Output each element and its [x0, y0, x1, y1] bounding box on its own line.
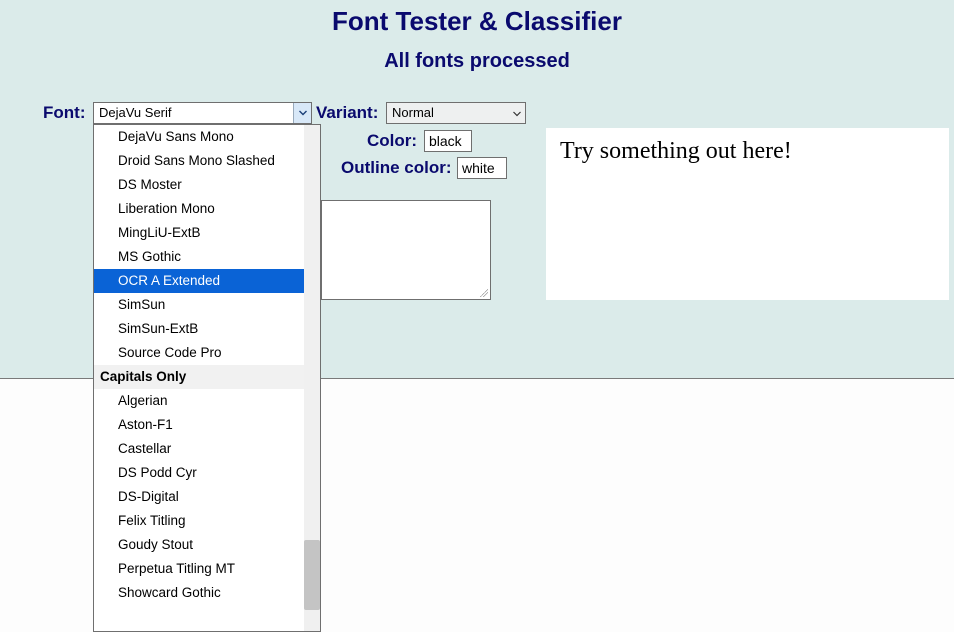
dropdown-option[interactable]: Goudy Stout — [94, 533, 305, 557]
chevron-down-icon — [512, 107, 522, 122]
resize-grip-icon[interactable] — [478, 287, 488, 297]
dropdown-option[interactable]: Droid Sans Mono Slashed — [94, 149, 305, 173]
font-select[interactable]: DejaVu Serif — [93, 102, 312, 124]
dropdown-option[interactable]: DS Moster — [94, 173, 305, 197]
variant-select[interactable]: Normal — [386, 102, 526, 124]
dropdown-option[interactable]: SimSun-ExtB — [94, 317, 305, 341]
font-select-value: DejaVu Serif — [99, 105, 172, 120]
dropdown-option[interactable]: Liberation Mono — [94, 197, 305, 221]
dropdown-option[interactable]: OCR A Extended — [94, 269, 305, 293]
dropdown-option[interactable]: DS Podd Cyr — [94, 461, 305, 485]
dropdown-option[interactable]: DS-Digital — [94, 485, 305, 509]
font-label: Font: — [43, 103, 85, 123]
dropdown-option[interactable]: DejaVu Sans Mono — [94, 125, 305, 149]
outline-color-input[interactable] — [457, 157, 507, 179]
font-dropdown-listbox[interactable]: DejaVu Sans MonoDroid Sans Mono SlashedD… — [93, 124, 321, 632]
dropdown-scrollbar[interactable] — [304, 125, 320, 631]
sample-text-input[interactable] — [321, 200, 491, 300]
dropdown-option[interactable]: Source Code Pro — [94, 341, 305, 365]
dropdown-group-header: Capitals Only — [94, 365, 305, 389]
dropdown-option[interactable]: MS Gothic — [94, 245, 305, 269]
color-input[interactable] — [424, 130, 472, 152]
variant-label: Variant: — [316, 103, 378, 123]
preview-panel: Try something out here! — [546, 128, 949, 300]
font-select-button[interactable] — [293, 103, 311, 123]
variant-select-value: Normal — [392, 105, 434, 120]
outline-color-label: Outline color: — [341, 158, 452, 178]
dropdown-option[interactable]: Aston-F1 — [94, 413, 305, 437]
chevron-down-icon — [298, 108, 308, 118]
page-subtitle: All fonts processed — [0, 50, 954, 73]
dropdown-option[interactable]: SimSun — [94, 293, 305, 317]
color-label: Color: — [367, 131, 417, 151]
dropdown-option[interactable]: Algerian — [94, 389, 305, 413]
dropdown-option[interactable]: Showcard Gothic — [94, 581, 305, 605]
dropdown-option[interactable]: Perpetua Titling MT — [94, 557, 305, 581]
page-title: Font Tester & Classifier — [0, 6, 954, 37]
dropdown-scroll-thumb[interactable] — [304, 540, 320, 610]
dropdown-option[interactable]: Castellar — [94, 437, 305, 461]
dropdown-option[interactable]: MingLiU-ExtB — [94, 221, 305, 245]
preview-text: Try something out here! — [560, 138, 792, 165]
dropdown-option[interactable]: Felix Titling — [94, 509, 305, 533]
